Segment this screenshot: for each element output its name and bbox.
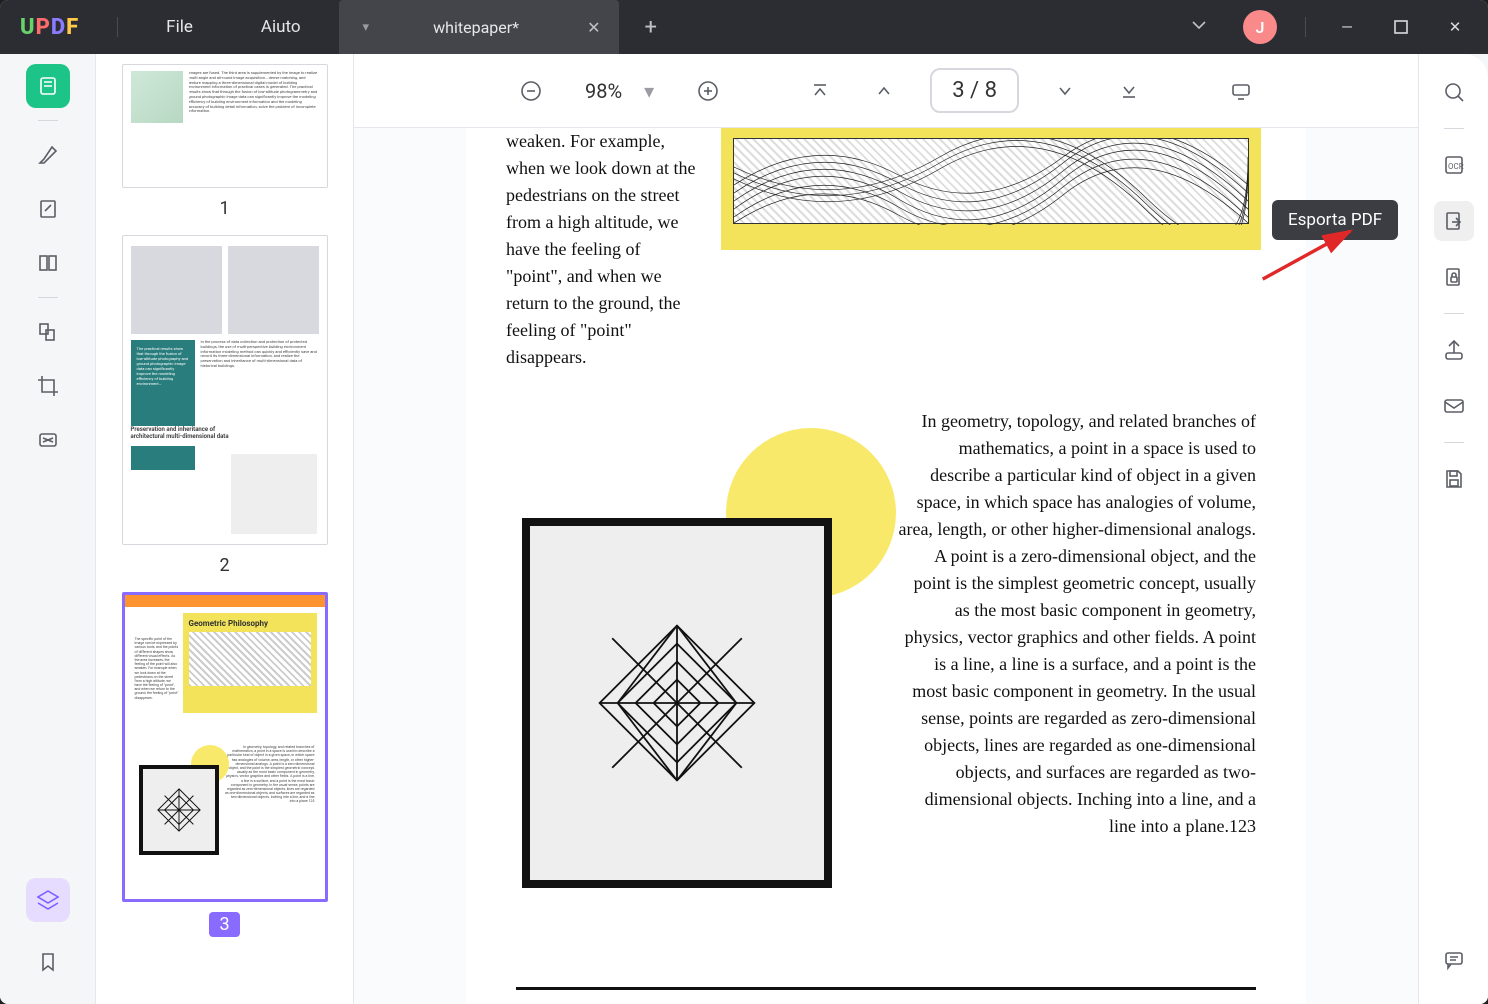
first-page-icon[interactable] bbox=[802, 73, 838, 109]
search-icon[interactable] bbox=[1434, 72, 1474, 112]
presentation-icon[interactable] bbox=[1223, 73, 1259, 109]
highlighter-icon[interactable] bbox=[26, 133, 70, 177]
svg-text:OCR: OCR bbox=[1448, 162, 1464, 171]
page-footer-rule bbox=[516, 987, 1256, 990]
thumbnail-page-1[interactable]: images are fused. The third area is supp… bbox=[114, 64, 335, 219]
main-area: 98% ▾ 3 / 8 bbox=[354, 54, 1418, 1004]
titlebar: UPDF File Aiuto ▾ whitepaper* ✕ + J — ✕ bbox=[0, 0, 1488, 54]
geometric-figure bbox=[522, 518, 832, 888]
save-icon[interactable] bbox=[1434, 459, 1474, 499]
tab-close-icon[interactable]: ✕ bbox=[583, 14, 604, 41]
divider bbox=[1305, 17, 1306, 37]
thumbnail-label: 1 bbox=[219, 198, 229, 219]
new-tab-button[interactable]: + bbox=[627, 15, 675, 40]
window-close-icon[interactable]: ✕ bbox=[1432, 4, 1478, 50]
body-text-right: In geometry, topology, and related branc… bbox=[896, 408, 1256, 840]
thumbnails-panel: images are fused. The third area is supp… bbox=[96, 54, 354, 1004]
hero-wave-image bbox=[733, 138, 1249, 224]
app-logo: UPDF bbox=[20, 15, 79, 40]
layers-icon[interactable] bbox=[26, 878, 70, 922]
thumbnail-label: 3 bbox=[209, 912, 239, 937]
export-pdf-icon[interactable] bbox=[1434, 201, 1474, 241]
view-toolbar: 98% ▾ 3 / 8 bbox=[354, 54, 1418, 128]
right-tool-rail: OCR bbox=[1418, 54, 1488, 1004]
redact-icon[interactable] bbox=[26, 418, 70, 462]
reader-mode-icon[interactable] bbox=[26, 64, 70, 108]
share-icon[interactable] bbox=[1434, 330, 1474, 370]
comments-icon[interactable] bbox=[1434, 940, 1474, 980]
zoom-dropdown-icon[interactable]: ▾ bbox=[644, 79, 654, 103]
thumbnail-label: 2 bbox=[219, 555, 229, 576]
page-content: weaken. For example, when we look down a… bbox=[466, 128, 1306, 1004]
ocr-icon[interactable]: OCR bbox=[1434, 145, 1474, 185]
thumb-image-placeholder bbox=[131, 71, 183, 123]
body-text-left: weaken. For example, when we look down a… bbox=[506, 128, 696, 371]
last-page-icon[interactable] bbox=[1111, 73, 1147, 109]
thumb-heading: Geometric Philosophy bbox=[189, 619, 311, 628]
tab-dropdown-icon[interactable]: ▾ bbox=[363, 20, 370, 35]
tab-whitepaper[interactable]: ▾ whitepaper* ✕ bbox=[339, 0, 619, 54]
divider bbox=[117, 17, 118, 37]
prev-page-icon[interactable] bbox=[866, 73, 902, 109]
zoom-out-icon[interactable] bbox=[513, 73, 549, 109]
hero-figure-frame bbox=[721, 128, 1261, 250]
crop-icon[interactable] bbox=[26, 364, 70, 408]
document-viewport[interactable]: weaken. For example, when we look down a… bbox=[354, 128, 1418, 1004]
page-indicator[interactable]: 3 / 8 bbox=[930, 68, 1019, 113]
next-page-icon[interactable] bbox=[1047, 73, 1083, 109]
edit-page-icon[interactable] bbox=[26, 187, 70, 231]
pages-icon[interactable] bbox=[26, 241, 70, 285]
zoom-in-icon[interactable] bbox=[690, 73, 726, 109]
window-minimize-icon[interactable]: — bbox=[1324, 4, 1370, 50]
left-tool-rail bbox=[0, 54, 96, 1004]
menu-file[interactable]: File bbox=[136, 11, 223, 43]
tabs-overflow-icon[interactable] bbox=[1173, 7, 1225, 47]
organize-pages-icon[interactable] bbox=[26, 310, 70, 354]
thumbnail-page-2[interactable]: The practical results show that through … bbox=[114, 235, 335, 576]
email-icon[interactable] bbox=[1434, 386, 1474, 426]
menu-help[interactable]: Aiuto bbox=[231, 11, 331, 43]
zoom-level[interactable]: 98% ▾ bbox=[577, 79, 662, 103]
thumbnail-page-3[interactable]: The specific point of the image can be e… bbox=[114, 592, 335, 937]
tab-title: whitepaper* bbox=[383, 18, 569, 37]
protect-icon[interactable] bbox=[1434, 257, 1474, 297]
export-pdf-tooltip: Esporta PDF bbox=[1272, 200, 1398, 240]
user-avatar[interactable]: J bbox=[1243, 10, 1277, 44]
bookmark-icon[interactable] bbox=[26, 940, 70, 984]
window-maximize-icon[interactable] bbox=[1378, 4, 1424, 50]
